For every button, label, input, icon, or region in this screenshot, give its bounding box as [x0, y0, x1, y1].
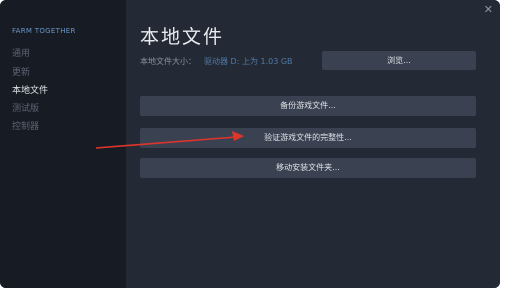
size-label: 本地文件大小：: [140, 57, 196, 66]
verify-integrity-button[interactable]: 验证游戏文件的完整性...: [140, 128, 476, 148]
sidebar-item-betas[interactable]: 测试版: [12, 101, 39, 114]
properties-window: FARM TOGETHER 通用 更新 本地文件 测试版 控制器 本地文件 本地…: [0, 0, 500, 288]
sidebar-item-updates[interactable]: 更新: [12, 65, 30, 78]
close-icon[interactable]: ✕: [484, 3, 493, 16]
game-title: FARM TOGETHER: [12, 27, 76, 35]
sidebar-item-local-files[interactable]: 本地文件: [12, 83, 48, 96]
local-files-size-row: 本地文件大小： 驱动器 D: 上为 1.03 GB: [140, 56, 293, 67]
browse-button[interactable]: 浏览...: [322, 51, 476, 70]
sidebar: FARM TOGETHER 通用 更新 本地文件 测试版 控制器: [0, 0, 126, 288]
size-value: 驱动器 D: 上为 1.03 GB: [204, 57, 293, 66]
page-title: 本地文件: [140, 26, 225, 48]
main-panel: 本地文件 本地文件大小： 驱动器 D: 上为 1.03 GB 浏览... 备份游戏…: [126, 0, 500, 288]
sidebar-item-general[interactable]: 通用: [12, 46, 30, 59]
move-install-folder-button[interactable]: 移动安装文件夹...: [140, 158, 476, 178]
backup-game-files-button[interactable]: 备份游戏文件...: [140, 96, 476, 116]
sidebar-item-controller[interactable]: 控制器: [12, 119, 39, 132]
